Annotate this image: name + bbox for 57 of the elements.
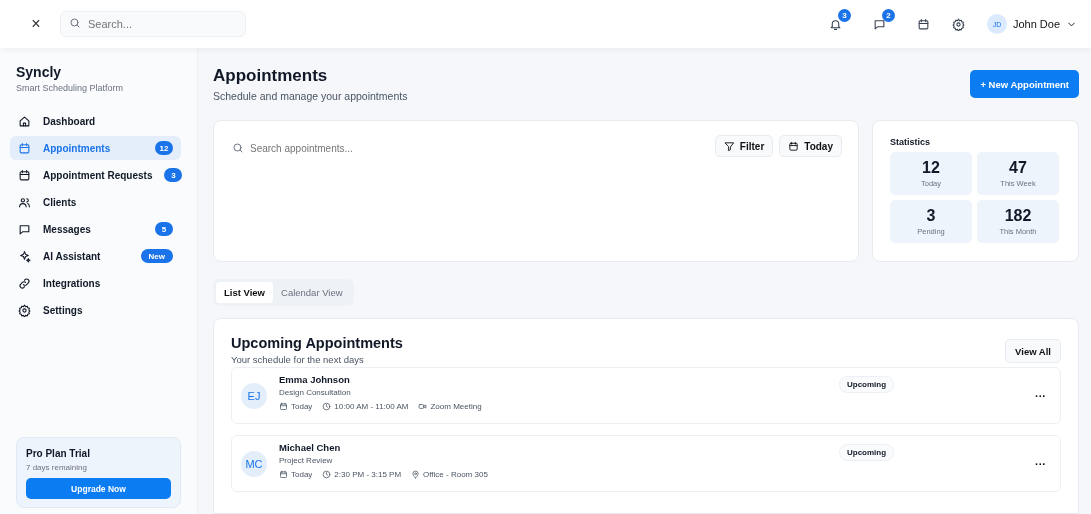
section-title: Upcoming Appointments	[231, 335, 403, 351]
statistics-title: Statistics	[890, 137, 932, 147]
appointment-search-field[interactable]: Search appointments...	[232, 137, 470, 159]
trial-remaining: 7 days remaining	[26, 462, 88, 472]
section-subtitle: Your schedule for the next days	[231, 354, 365, 365]
appointment-card[interactable]: EJ Emma Johnson Design Consultation Today 10:00 AM - 11:00 AM Zoom Meeting Upcoming ···	[231, 367, 1061, 424]
count-badge: 3	[164, 168, 183, 182]
appointment-detail: Today	[291, 470, 313, 479]
notifications-button[interactable]: 3	[828, 8, 851, 31]
appointment-type: Project Review	[279, 456, 334, 465]
messages-button[interactable]: 2	[872, 8, 895, 31]
appointment-detail: 10:00 AM - 11:00 AM	[334, 402, 409, 411]
stat-value: 3	[926, 207, 936, 225]
appointment-detail: Zoom Meeting	[430, 402, 482, 411]
sidebar-item[interactable]: Clients	[10, 190, 181, 214]
filter-button[interactable]: Filter	[714, 135, 774, 157]
message-count: 2	[881, 8, 895, 22]
notification-count: 3	[837, 8, 851, 22]
appointment-detail: 2:30 PM - 3:15 PM	[334, 470, 402, 479]
sidebar-item[interactable]: Appointments 12	[10, 136, 181, 160]
appointment-detail: Today	[291, 402, 313, 411]
stat-value: 47	[1009, 159, 1027, 177]
client-name: Emma Johnson	[279, 374, 351, 385]
count-badge: 5	[155, 222, 173, 236]
brand-tagline: Smart Scheduling Platform	[15, 83, 125, 93]
stat-value: 182	[1004, 207, 1032, 225]
client-name: Michael Chen	[279, 442, 342, 453]
stat-value: 12	[922, 159, 940, 177]
sidebar-item[interactable]: Settings	[10, 298, 181, 322]
status-badge: Upcoming	[839, 376, 895, 393]
view-tab[interactable]: Calendar View	[273, 282, 351, 303]
initials-avatar: EJ	[241, 382, 267, 409]
page-subtitle: Schedule and manage your appointments	[213, 90, 408, 102]
sidebar-item[interactable]: Appointment Requests 3	[10, 163, 181, 187]
trial-title: Pro Plan Trial	[26, 447, 91, 459]
appointment-type: Design Consultation	[279, 388, 352, 397]
new-appointment-button[interactable]: + New Appointment	[970, 70, 1079, 98]
more-button[interactable]: ···	[1035, 389, 1046, 402]
count-badge: New	[140, 249, 173, 263]
upgrade-button[interactable]: Upgrade Now	[26, 478, 171, 499]
sidebar-item[interactable]: Dashboard	[10, 109, 181, 133]
count-badge: 12	[155, 141, 173, 155]
page-title: Appointments	[213, 66, 329, 86]
more-button[interactable]: ···	[1035, 457, 1046, 470]
sidebar-item[interactable]: Messages 5	[10, 217, 181, 241]
initials-avatar: MC	[241, 450, 267, 477]
appointment-detail: Office - Room 305	[423, 470, 488, 479]
close-button[interactable]: ×	[26, 15, 46, 33]
view-all-button[interactable]: View All	[1005, 339, 1061, 363]
search-field[interactable]: Search...	[60, 11, 246, 37]
status-badge: Upcoming	[839, 444, 895, 461]
appointment-card[interactable]: MC Michael Chen Project Review Today 2:30 PM - 3:15 PM Office - Room 305 Upcoming ···	[231, 435, 1061, 492]
today-button[interactable]: Today	[779, 135, 842, 157]
sidebar-item[interactable]: AI Assistant New	[10, 244, 181, 268]
sidebar-item[interactable]: Integrations	[10, 271, 181, 295]
brand-name: Syncly	[15, 64, 63, 80]
view-tab[interactable]: List View	[216, 282, 273, 303]
